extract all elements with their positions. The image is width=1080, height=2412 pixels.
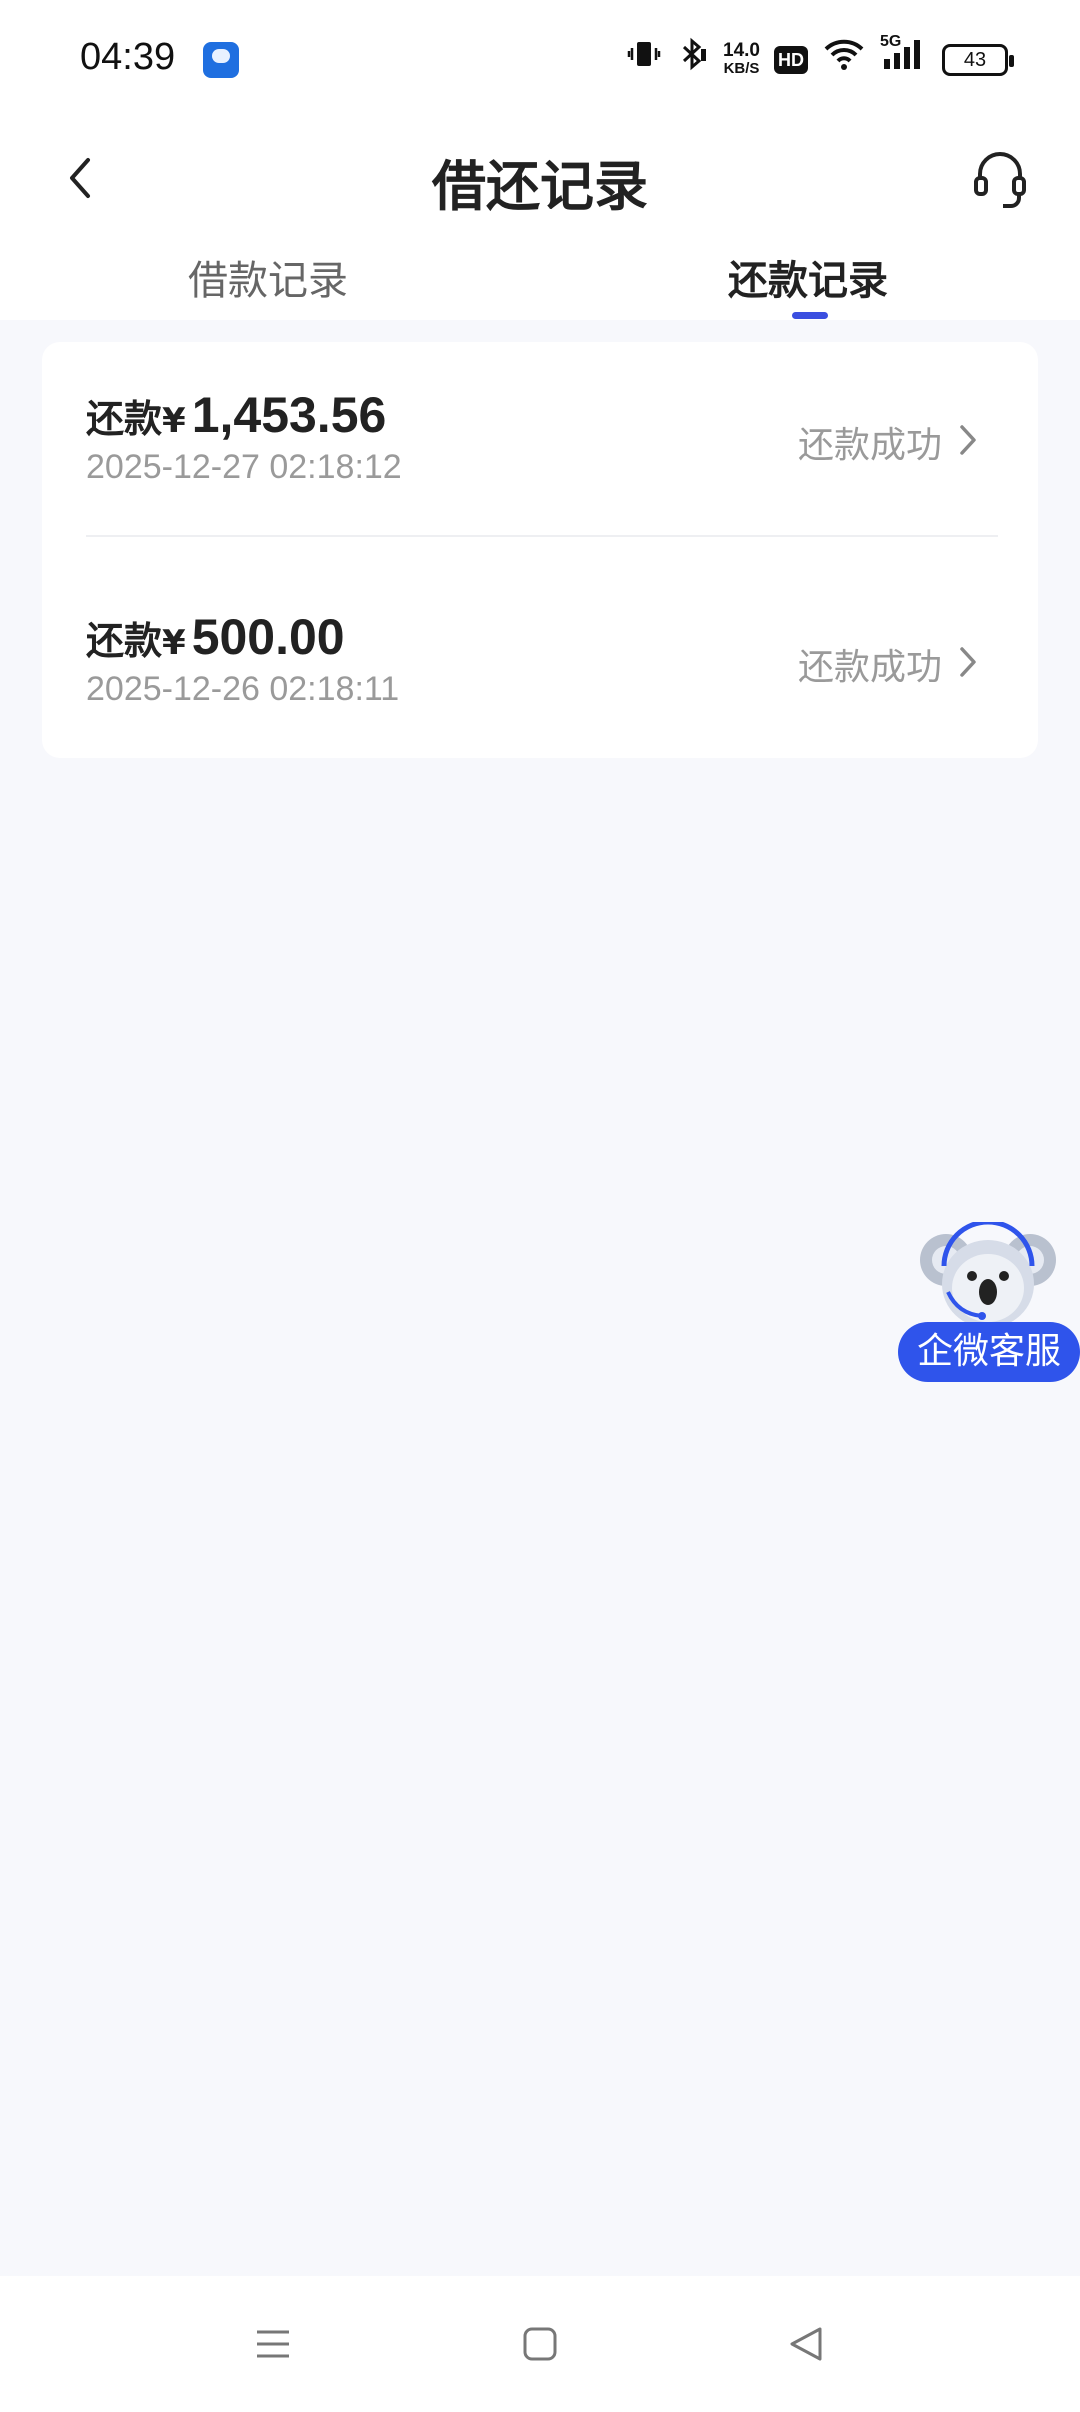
divider xyxy=(86,535,998,537)
headset-icon xyxy=(974,152,1026,208)
status-bar: 04:39 14.0 KB/S HD 5G 43 xyxy=(0,0,1080,124)
network-speed: 14.0 KB/S xyxy=(723,40,760,78)
menu-icon xyxy=(257,2330,289,2358)
system-navigation-bar xyxy=(0,2276,1080,2412)
chevron-right-icon xyxy=(950,422,986,458)
list-item[interactable]: 还款 ¥ 1,453.56 2025-12-27 02:18:12 还款成功 xyxy=(42,342,1038,550)
customer-support-button[interactable] xyxy=(964,142,1036,214)
network-speed-unit: KB/S xyxy=(723,60,760,77)
hd-badge: HD xyxy=(774,46,808,74)
tab-loan-records[interactable]: 借款记录 xyxy=(188,248,348,306)
recent-apps-button[interactable] xyxy=(245,2316,301,2372)
amount-prefix: 还款 xyxy=(86,619,163,663)
record-status: 还款成功 xyxy=(797,647,942,688)
square-icon xyxy=(523,2327,557,2361)
bluetooth-icon xyxy=(675,37,709,84)
currency-symbol: ¥ xyxy=(162,623,186,663)
record-amount: 还款 ¥ 1,453.56 xyxy=(86,386,386,444)
app-notification-icon xyxy=(203,42,239,78)
record-datetime: 2025-12-27 02:18:12 xyxy=(86,448,402,486)
repayment-records-card: 还款 ¥ 1,453.56 2025-12-27 02:18:12 还款成功 还… xyxy=(42,342,1038,758)
currency-symbol: ¥ xyxy=(162,401,186,441)
triangle-back-icon xyxy=(790,2327,822,2361)
chevron-right-icon xyxy=(950,644,986,680)
active-tab-indicator xyxy=(792,312,828,319)
page-title: 借还记录 xyxy=(432,155,648,218)
record-amount: 还款 ¥ 500.00 xyxy=(86,608,345,666)
cellular-signal-icon: 5G xyxy=(880,33,928,84)
home-button[interactable] xyxy=(512,2316,568,2372)
battery-indicator: 43 xyxy=(942,44,1014,76)
status-icons: 14.0 KB/S HD 5G 43 xyxy=(627,33,1014,84)
amount-value: 500.00 xyxy=(191,609,345,665)
network-speed-value: 14.0 xyxy=(723,40,760,61)
vibrate-icon xyxy=(627,37,661,84)
system-back-button[interactable] xyxy=(778,2316,834,2372)
header: 借还记录 xyxy=(0,124,1080,234)
amount-prefix: 还款 xyxy=(86,397,163,441)
status-time: 04:39 xyxy=(80,36,176,78)
record-datetime: 2025-12-26 02:18:11 xyxy=(86,670,400,708)
signal-5g-label: 5G xyxy=(880,32,902,50)
record-tabs: 借款记录 还款记录 xyxy=(0,234,1080,320)
floating-customer-service[interactable]: 企微客服 xyxy=(898,1222,1080,1382)
tab-repayment-records[interactable]: 还款记录 xyxy=(728,248,888,306)
service-badge: 企微客服 xyxy=(898,1322,1080,1382)
list-item[interactable]: 还款 ¥ 500.00 2025-12-26 02:18:11 还款成功 xyxy=(42,564,1038,772)
wifi-icon xyxy=(822,37,866,84)
record-status: 还款成功 xyxy=(797,425,942,466)
amount-value: 1,453.56 xyxy=(191,387,387,443)
